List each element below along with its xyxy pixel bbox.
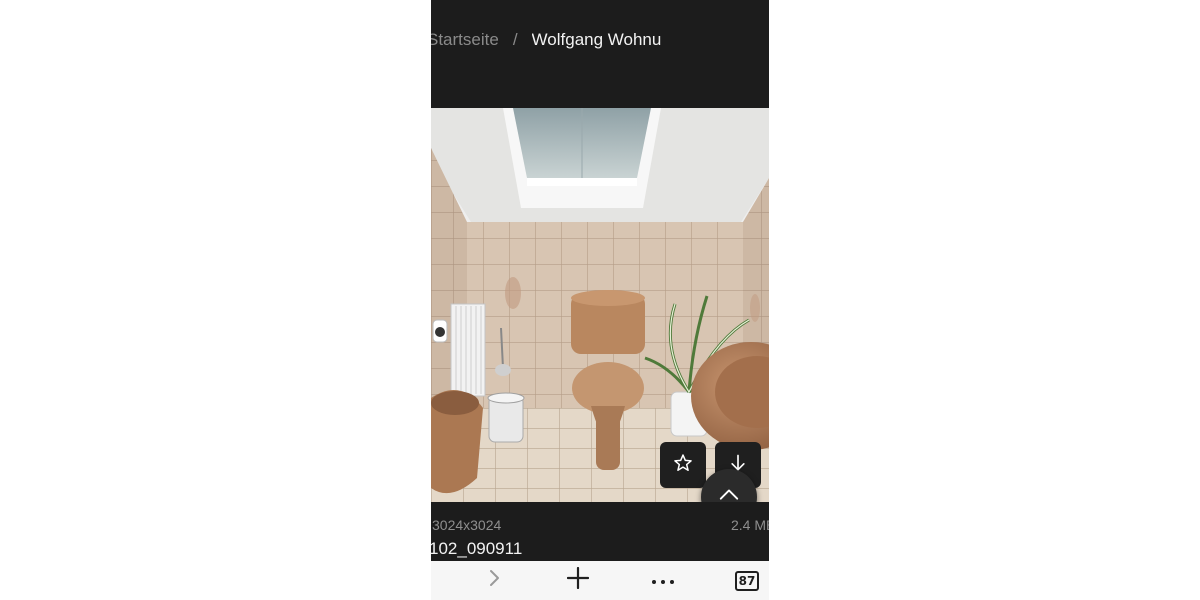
file-size: 2.4 MB	[731, 517, 769, 533]
new-tab-button[interactable]	[558, 561, 598, 600]
more-dots-icon	[651, 572, 675, 590]
plus-icon	[566, 566, 590, 594]
star-outline-icon	[673, 453, 693, 478]
chevron-right-icon	[486, 568, 502, 593]
breadcrumb-separator: /	[512, 30, 518, 49]
photo-info: 3024x3024 2.4 MB 102_090911	[431, 502, 769, 560]
breadcrumb-home-link[interactable]: Startseite	[431, 30, 499, 49]
breadcrumb: Startseite / Wolfgang Wohnung	[431, 28, 662, 52]
tab-count: 87	[735, 570, 759, 591]
mobile-browser-viewport: Startseite / Wolfgang Wohnung	[431, 0, 769, 600]
breadcrumb-current: Wolfgang Wohnung	[531, 30, 662, 49]
more-menu-button[interactable]	[643, 561, 683, 600]
image-dimensions: 3024x3024	[432, 517, 502, 533]
favorite-button[interactable]	[660, 442, 706, 488]
browser-toolbar: 87	[431, 561, 769, 600]
tab-switcher-button[interactable]: 87	[727, 561, 767, 600]
file-name: 102_090911	[431, 539, 523, 558]
forward-button[interactable]	[474, 561, 514, 600]
